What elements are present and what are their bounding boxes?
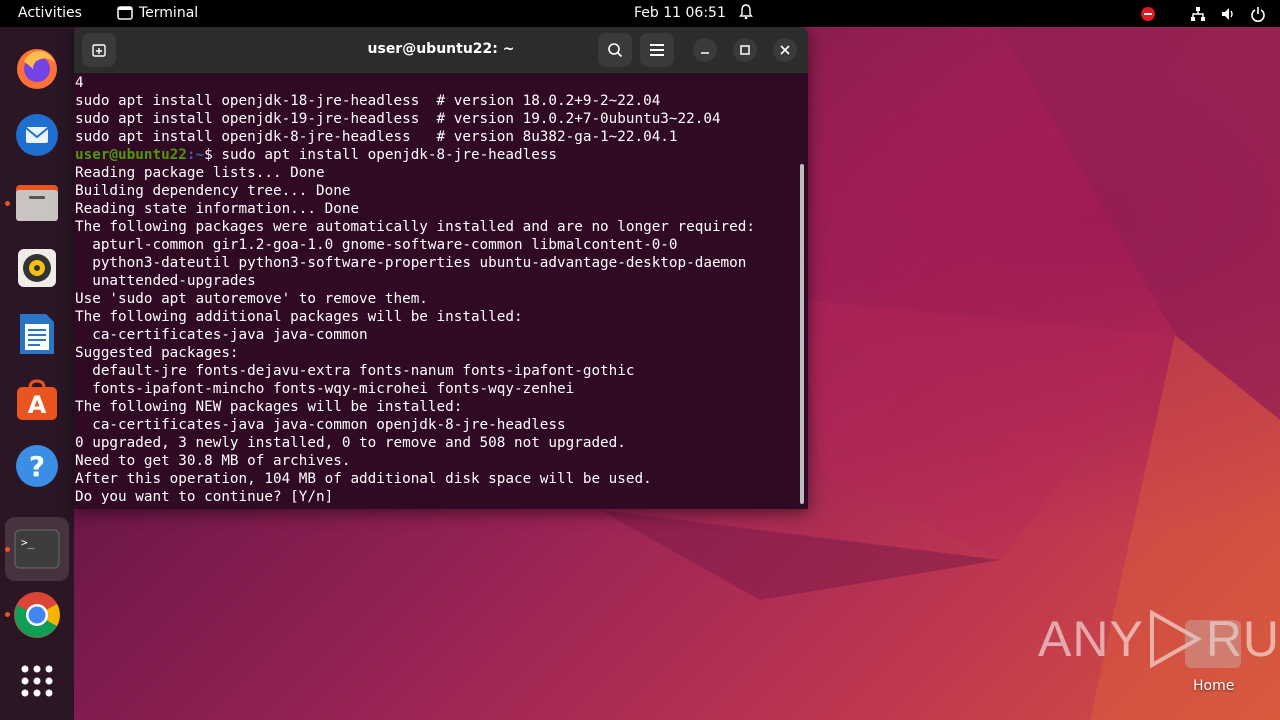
output-line: The following additional packages will b… xyxy=(75,309,523,325)
chrome-icon[interactable] xyxy=(10,588,64,642)
search-button[interactable] xyxy=(598,33,632,67)
title-bar[interactable]: user@ubuntu22: ~ xyxy=(74,27,808,74)
prompt-command: $ sudo apt install openjdk-8-jre-headles… xyxy=(204,147,558,163)
output-line: Use 'sudo apt autoremove' to remove them… xyxy=(75,291,428,307)
svg-text:?: ? xyxy=(29,450,45,483)
clock[interactable]: Feb 11 06:51 xyxy=(634,5,726,21)
notification-bell-icon xyxy=(739,4,753,24)
thunderbird-icon[interactable] xyxy=(10,108,64,162)
firefox-icon[interactable] xyxy=(10,42,64,96)
output-before: 4 sudo apt install openjdk-18-jre-headles… xyxy=(75,74,801,146)
output-line: sudo apt install openjdk-18-jre-headless… xyxy=(75,93,661,109)
output-line: Building dependency tree... Done xyxy=(75,183,351,199)
output-line: apturl-common gir1.2-goa-1.0 gnome-softw… xyxy=(75,237,678,253)
terminal-output[interactable]: 4 sudo apt install openjdk-18-jre-headles… xyxy=(74,74,801,509)
maximize-icon xyxy=(740,45,750,55)
minimize-icon xyxy=(701,52,709,54)
top-bar: Activities Terminal Feb 11 06:51 xyxy=(0,0,1280,27)
software-icon[interactable]: A xyxy=(10,373,64,427)
minimize-button[interactable] xyxy=(693,38,717,62)
output-line: Reading package lists... Done xyxy=(75,165,325,181)
app-grid-icon[interactable] xyxy=(10,654,64,708)
output-line: sudo apt install openjdk-8-jre-headless … xyxy=(75,129,678,145)
system-tray[interactable] xyxy=(1140,0,1280,27)
output-line: sudo apt install openjdk-19-jre-headless… xyxy=(75,111,721,127)
terminal-icon[interactable]: >_ xyxy=(10,522,64,576)
output-line: default-jre fonts-dejavu-extra fonts-nan… xyxy=(75,363,635,379)
menu-button[interactable] xyxy=(640,33,674,67)
output-line: After this operation, 104 MB of addition… xyxy=(75,471,652,487)
watermark-logo: ANY RUN xyxy=(1038,610,1280,668)
output-line: The following packages were automaticall… xyxy=(75,219,755,235)
close-icon xyxy=(780,45,790,55)
output-line: The following NEW packages will be insta… xyxy=(75,399,463,415)
do-not-disturb-icon xyxy=(1140,6,1156,22)
output-line: python3-dateutil python3-software-proper… xyxy=(75,255,747,271)
app-name-label: Terminal xyxy=(139,5,199,21)
output-line: 4 xyxy=(75,75,84,91)
output-line: Suggested packages: xyxy=(75,345,239,361)
network-icon xyxy=(1190,6,1206,22)
prompt-user: user@ubuntu22 xyxy=(75,147,187,163)
close-button[interactable] xyxy=(773,38,797,62)
home-folder-icon[interactable] xyxy=(1185,620,1241,668)
output-after: Reading package lists... Done Building de… xyxy=(75,164,801,506)
prompt-line: user@ubuntu22:~$ sudo apt install openjd… xyxy=(75,146,801,164)
help-icon[interactable]: ? xyxy=(10,439,64,493)
output-line: fonts-ipafont-mincho fonts-wqy-microhei … xyxy=(75,381,575,397)
terminal-window[interactable]: user@ubuntu22: ~ 4 sudo apt install openj… xyxy=(74,27,808,509)
output-line: ca-certificates-java java-common xyxy=(75,327,368,343)
writer-icon[interactable] xyxy=(10,307,64,361)
svg-text:>_: >_ xyxy=(21,536,35,549)
hamburger-icon xyxy=(650,44,664,56)
output-line: Reading state information... Done xyxy=(75,201,360,217)
maximize-button[interactable] xyxy=(733,38,757,62)
activities-button[interactable]: Activities xyxy=(18,5,82,21)
search-icon xyxy=(608,43,623,58)
scrollbar[interactable] xyxy=(800,164,804,504)
terminal-small-icon xyxy=(117,6,133,20)
output-line: unattended-upgrades xyxy=(75,273,256,289)
output-line: 0 upgraded, 3 newly installed, 0 to remo… xyxy=(75,435,626,451)
prompt-path: :~ xyxy=(186,147,205,163)
output-line: Do you want to continue? [Y/n] xyxy=(75,489,334,505)
watermark-text: ANY RUN xyxy=(1038,610,1280,668)
volume-icon xyxy=(1220,6,1236,22)
rhythmbox-icon[interactable] xyxy=(10,241,64,295)
home-label[interactable]: Home xyxy=(1193,678,1234,694)
app-menu[interactable]: Terminal xyxy=(117,5,198,21)
output-line: ca-certificates-java java-common openjdk… xyxy=(75,417,566,433)
power-icon xyxy=(1250,6,1266,22)
files-icon[interactable] xyxy=(10,175,64,229)
svg-text:A: A xyxy=(28,391,47,419)
output-line: Need to get 30.8 MB of archives. xyxy=(75,453,351,469)
dock: A ? >_ xyxy=(0,27,74,720)
